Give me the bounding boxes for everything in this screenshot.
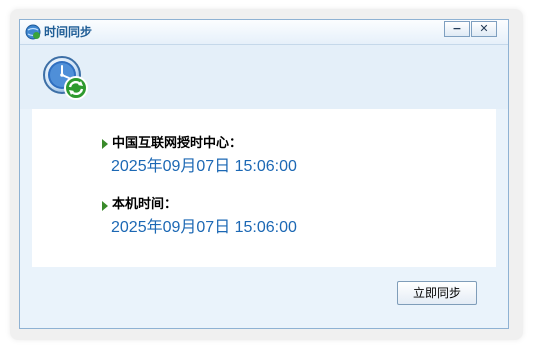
local-time-label: 本机时间： (112, 197, 178, 212)
minimize-button[interactable]: − (444, 21, 470, 37)
ntsc-label: 中国互联网授时中心： (112, 136, 243, 151)
local-time-value: 2025年09月07日 15:06:00 (111, 219, 297, 236)
sync-now-button[interactable]: 立即同步 (397, 281, 477, 305)
window-title: 时间同步 (44, 25, 93, 39)
footer-bar: 立即同步 (32, 267, 496, 317)
title-bar[interactable]: 时间同步 − ✕ (20, 20, 508, 45)
close-button[interactable]: ✕ (471, 21, 497, 37)
time-sync-window: 时间同步 − ✕ 中国互联网授时中心： 2025年09月07日 15:06:00… (19, 19, 509, 329)
clock-sync-icon (43, 56, 88, 100)
header-band (20, 45, 508, 109)
globe-sync-icon (25, 24, 41, 40)
ntsc-time-value: 2025年09月07日 15:06:00 (111, 158, 297, 175)
sync-info-panel: 中国互联网授时中心： 2025年09月07日 15:06:00 本机时间： 20… (32, 109, 496, 267)
